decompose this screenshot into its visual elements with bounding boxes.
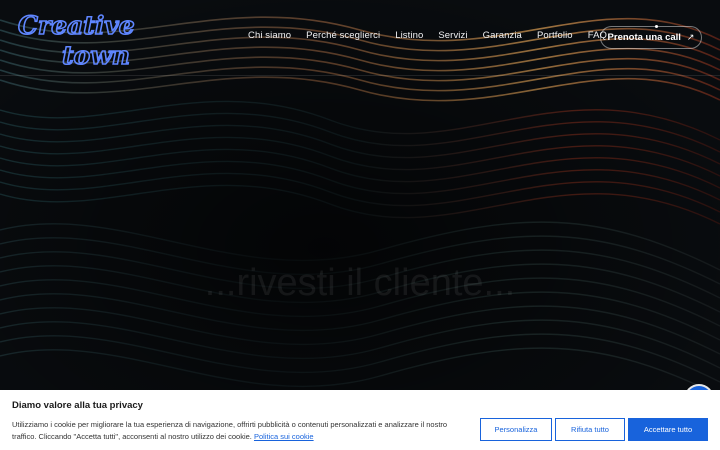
cookie-banner-description: Utilizziamo i cookie per migliorare la t…: [12, 420, 448, 441]
cookie-banner-text: Utilizziamo i cookie per migliorare la t…: [12, 419, 472, 443]
creative-town-logo[interactable]: Creative town: [14, 4, 138, 70]
nav-item-listino[interactable]: Listino: [395, 30, 423, 41]
arrow-up-right-icon: ↗: [686, 32, 695, 42]
reject-all-button[interactable]: Rifiuta tutto: [555, 418, 625, 441]
cookie-banner: Diamo valore alla tua privacy Utilizziam…: [0, 390, 720, 450]
hero-faded-heading: ...rivesti il cliente...: [204, 262, 516, 304]
nav-item-portfolio[interactable]: Portfolio: [537, 30, 573, 41]
nav-item-chi-siamo[interactable]: Chi siamo: [248, 30, 291, 41]
nav-item-garanzia[interactable]: Garanzia: [483, 30, 522, 41]
site-header: Creative town Chi siamo Perché sceglierc…: [0, 0, 720, 76]
book-call-button[interactable]: Prenota una call ↗: [600, 26, 702, 49]
logo-line-1: Creative: [18, 11, 135, 40]
customize-cookies-button[interactable]: Personalizza: [480, 418, 552, 441]
nav-item-perche-sceglierci[interactable]: Perché sceglierci: [306, 30, 380, 41]
nav-item-servizi[interactable]: Servizi: [438, 30, 467, 41]
book-call-label: Prenota una call: [607, 32, 681, 43]
cookie-banner-title: Diamo valore alla tua privacy: [12, 400, 143, 411]
cookie-policy-link[interactable]: Politica sui cookie: [254, 432, 314, 441]
main-nav: Chi siamo Perché sceglierci Listino Serv…: [248, 30, 622, 41]
logo-line-2: town: [62, 41, 130, 70]
accept-all-button[interactable]: Accettare tutto: [628, 418, 708, 441]
